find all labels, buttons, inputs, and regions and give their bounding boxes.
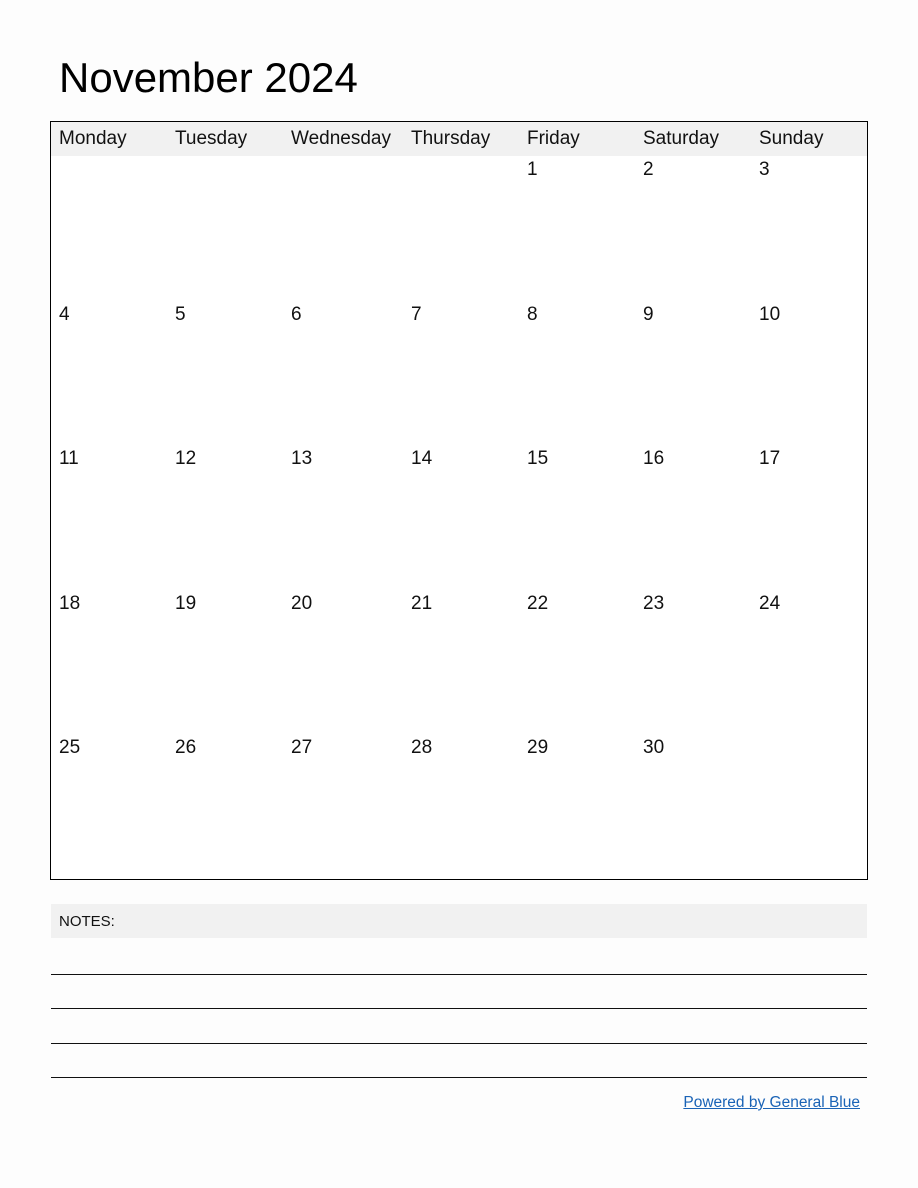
day-cell-30: 30	[643, 737, 665, 759]
day-cell-21: 21	[411, 592, 433, 614]
notes-line	[51, 1077, 867, 1078]
day-cell-empty	[403, 158, 519, 303]
notes-header: NOTES:	[51, 904, 867, 938]
day-cell-12: 12	[175, 448, 197, 470]
day-cell-17: 17	[759, 448, 781, 470]
day-cell-23: 23	[643, 592, 665, 614]
notes-line	[51, 1008, 867, 1009]
weekday-friday: Friday	[527, 128, 580, 149]
calendar-grid: Monday Tuesday Wednesday Thursday Friday Satu…	[50, 121, 868, 880]
weekday-sunday: Sunday	[759, 128, 824, 149]
day-cell-19: 19	[175, 592, 197, 614]
day-cell-7: 7	[411, 303, 422, 325]
weekday-saturday: Saturday	[643, 128, 720, 149]
day-cell-9: 9	[643, 303, 654, 325]
day-cell-1: 1	[527, 159, 538, 180]
day-cell-empty	[51, 158, 167, 303]
weekday-thursday: Thursday	[411, 128, 491, 149]
day-cell-empty	[283, 158, 399, 303]
day-cell-empty	[751, 736, 867, 881]
day-cell-15: 15	[527, 448, 549, 470]
day-cell-6: 6	[291, 303, 302, 325]
day-cell-26: 26	[175, 737, 197, 759]
weekday-tuesday: Tuesday	[175, 128, 248, 149]
day-cell-16: 16	[643, 448, 665, 470]
day-cell-3: 3	[759, 159, 770, 180]
day-cell-28: 28	[411, 737, 433, 759]
day-cell-18: 18	[59, 592, 81, 614]
day-cell-11: 11	[59, 448, 79, 470]
powered-by-link[interactable]: Powered by General Blue	[683, 1094, 860, 1112]
day-cell-20: 20	[291, 592, 313, 614]
day-cell-13: 13	[291, 448, 313, 470]
day-cell-8: 8	[527, 303, 538, 325]
weekday-header-row: Monday Tuesday Wednesday Thursday Friday Satu…	[51, 122, 867, 156]
notes-line	[51, 974, 867, 975]
day-cell-29: 29	[527, 737, 549, 759]
day-cell-4: 4	[59, 303, 70, 325]
day-cell-5: 5	[175, 303, 186, 325]
notes-line	[51, 1043, 867, 1044]
weekday-monday: Monday	[59, 128, 127, 149]
page-title: November 2024	[59, 54, 358, 101]
weekday-wednesday: Wednesday	[291, 128, 391, 149]
day-cell-25: 25	[59, 737, 81, 759]
day-cell-27: 27	[291, 737, 313, 759]
day-cell-14: 14	[411, 448, 433, 470]
day-cell-10: 10	[759, 303, 781, 325]
day-cell-2: 2	[643, 159, 654, 180]
day-cell-22: 22	[527, 592, 549, 614]
day-cell-24: 24	[759, 592, 781, 614]
day-cell-empty	[167, 158, 283, 303]
